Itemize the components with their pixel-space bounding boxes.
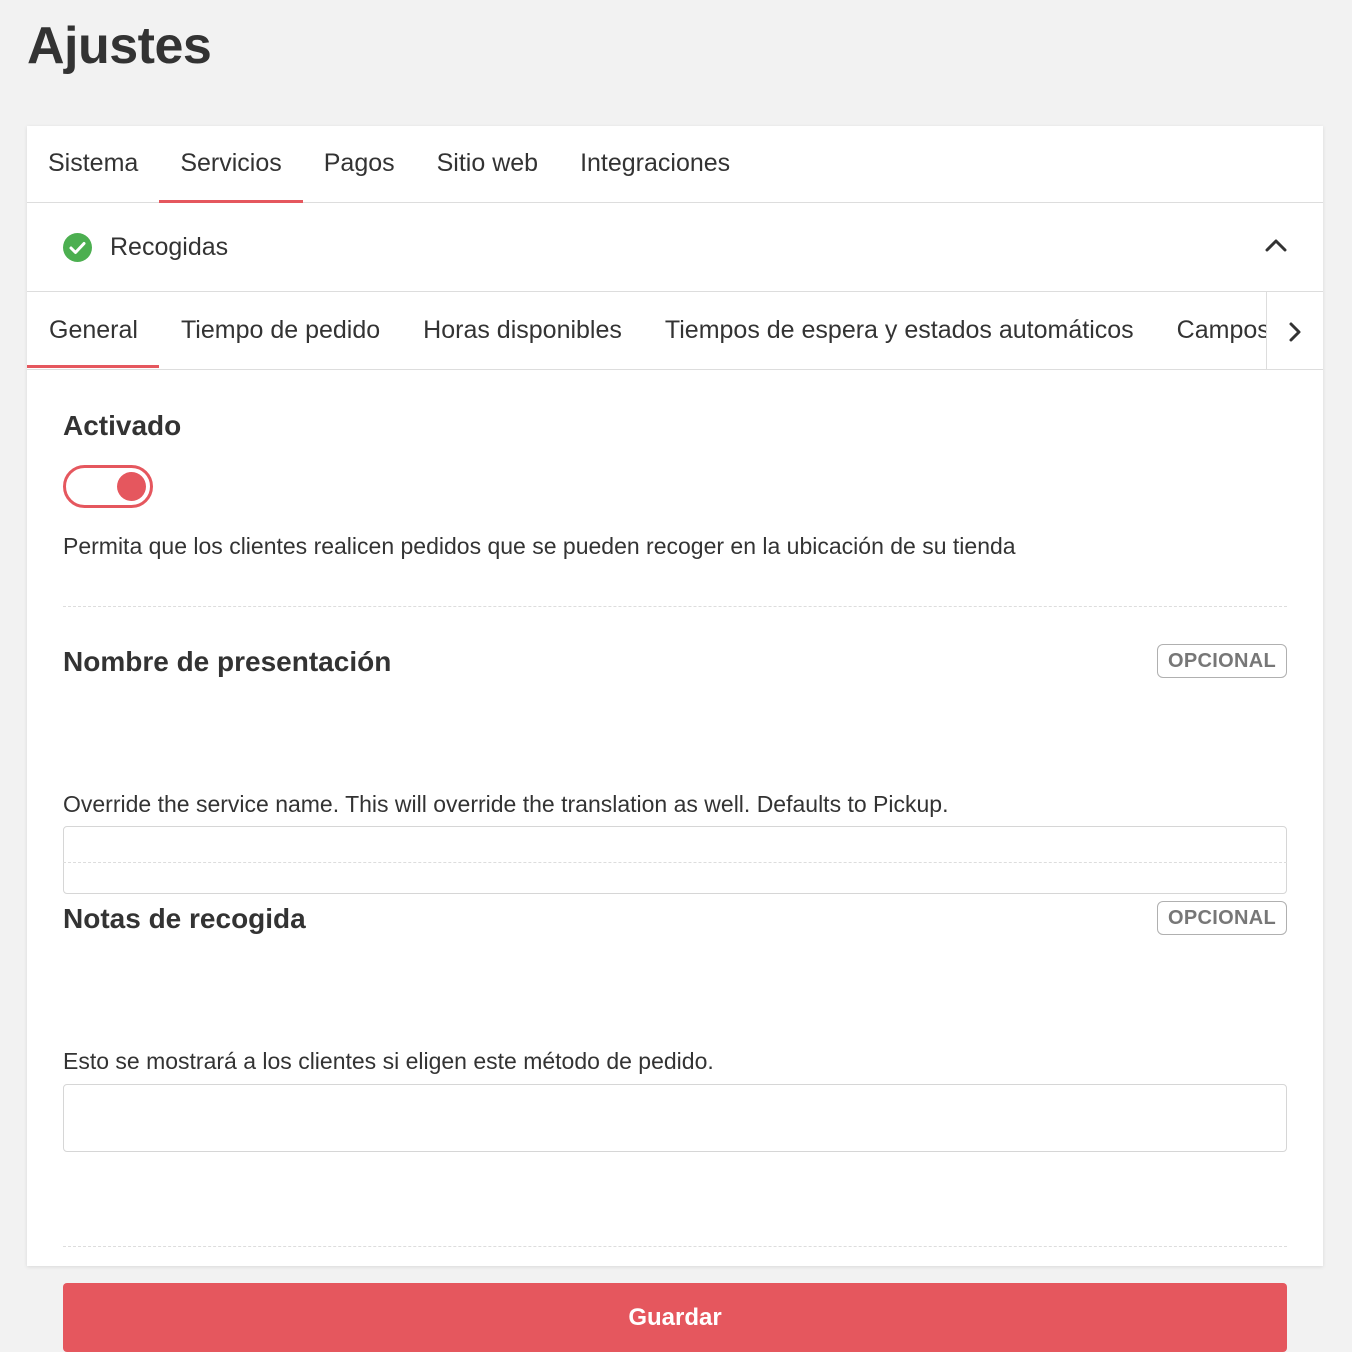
subtab-campos[interactable]: Campos de [1155,292,1266,368]
toggle-knob [117,472,146,501]
divider [63,1246,1287,1247]
enabled-help-text: Permita que los clientes realicen pedido… [63,533,1016,559]
tab-sistema[interactable]: Sistema [27,126,159,202]
pickup-notes-label: Notas de recogida [63,903,306,934]
sub-tabs-scroll-right-button[interactable] [1266,292,1323,369]
subtab-general[interactable]: General [27,292,159,368]
subtab-horas-disponibles[interactable]: Horas disponibles [401,292,643,368]
display-name-help-text: Override the service name. This will ove… [63,791,949,817]
tab-sitio-web[interactable]: Sitio web [416,126,559,202]
divider [63,862,1287,863]
settings-card: Sistema Servicios Pagos Sitio web Integr… [27,126,1323,1352]
subtab-tiempos-de-espera[interactable]: Tiempos de espera y estados automáticos [643,292,1155,368]
settings-tabs: Sistema Servicios Pagos Sitio web Integr… [27,126,1323,203]
sub-tabs: General Tiempo de pedido Horas disponibl… [27,292,1323,370]
divider [63,606,1287,607]
pickup-notes-input[interactable] [63,1084,1287,1152]
check-circle-icon [63,233,92,262]
save-button[interactable]: Guardar [63,1283,1287,1352]
display-name-label: Nombre de presentación [63,646,392,677]
optional-badge: OPCIONAL [1157,644,1287,678]
optional-badge: OPCIONAL [1157,901,1287,935]
sub-tabs-viewport: General Tiempo de pedido Horas disponibl… [27,292,1266,369]
section-header-recogidas[interactable]: Recogidas [27,203,1323,292]
chevron-up-icon[interactable] [1265,237,1287,253]
tab-servicios[interactable]: Servicios [159,126,304,203]
pickup-notes-help-text: Esto se mostrará a los clientes si elige… [63,1048,714,1074]
tab-integraciones[interactable]: Integraciones [559,126,751,202]
section-title: Recogidas [110,233,229,261]
subtab-tiempo-de-pedido[interactable]: Tiempo de pedido [159,292,401,368]
tab-pagos[interactable]: Pagos [303,126,416,202]
chevron-right-icon [1289,322,1301,342]
display-name-input[interactable] [63,826,1287,894]
page-title: Ajustes [27,17,212,75]
enabled-label: Activado [63,410,182,441]
enabled-toggle[interactable] [63,465,153,508]
